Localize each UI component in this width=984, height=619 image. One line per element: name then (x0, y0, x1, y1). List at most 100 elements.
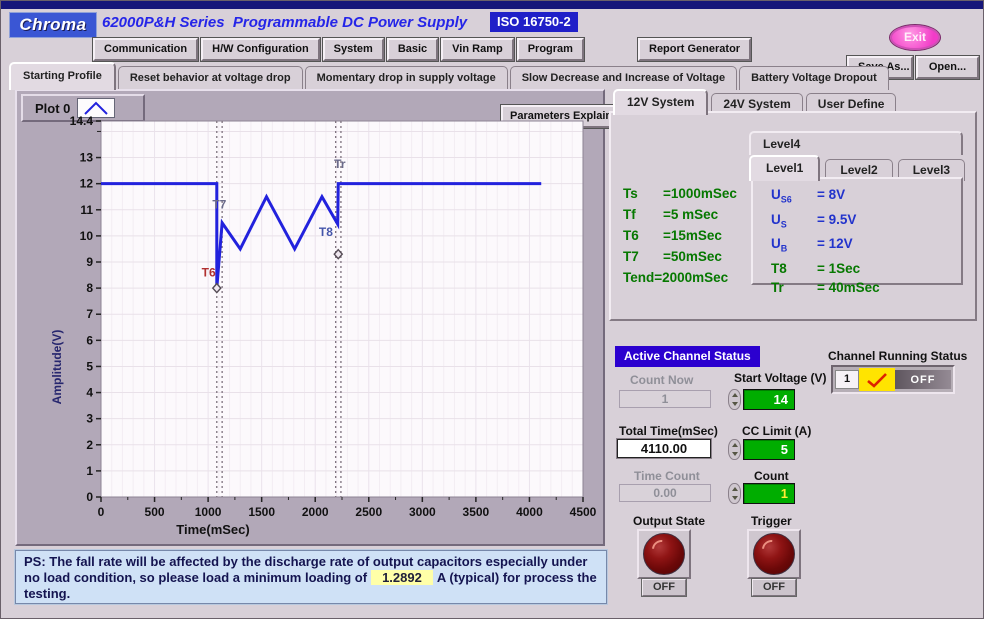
svg-text:2500: 2500 (355, 505, 382, 519)
waveform-annotation: Tr (334, 157, 346, 171)
total-time-field[interactable]: 4110.00 (617, 439, 711, 458)
svg-text:0: 0 (86, 490, 93, 504)
channel-number: 1 (835, 370, 859, 389)
system-parameters-panel: Ts=1000mSec Tf=5 mSec T6=15mSec T7=50mSe… (609, 111, 977, 321)
channel-running-status-label: Channel Running Status (828, 349, 967, 363)
param-ts: Ts=1000mSec (623, 183, 737, 204)
waveform-annotation: T7 (212, 197, 226, 211)
svg-text:9: 9 (86, 255, 93, 269)
cc-limit-stepper[interactable] (728, 439, 741, 460)
svg-text:11: 11 (80, 203, 93, 217)
param-tend: Tend=2000mSec (623, 267, 737, 288)
count-value[interactable]: 1 (743, 483, 795, 504)
time-count-label: Time Count (634, 469, 700, 483)
svg-text:12: 12 (80, 177, 94, 191)
trigger-off-button[interactable]: OFF (752, 579, 796, 596)
count-now-label: Count Now (630, 373, 693, 387)
trigger-knob[interactable] (753, 533, 795, 575)
ps-note: PS: The fall rate will be affected by th… (15, 550, 607, 604)
plot-panel: Plot 0 Parameters Explain T6T7T8Tr050010… (15, 89, 605, 546)
trigger-label: Trigger (751, 514, 792, 528)
timing-parameters: Ts=1000mSec Tf=5 mSec T6=15mSec T7=50mSe… (623, 183, 737, 288)
svg-text:0: 0 (98, 505, 105, 519)
channel-running-state: OFF (895, 370, 951, 389)
svg-text:4500: 4500 (570, 505, 597, 519)
output-state-off-button[interactable]: OFF (642, 579, 686, 596)
svg-text:1: 1 (86, 464, 93, 478)
svg-text:8: 8 (86, 281, 93, 295)
svg-text:5: 5 (86, 359, 93, 373)
svg-text:4: 4 (86, 386, 93, 400)
waveform-annotation: T8 (319, 225, 333, 239)
active-channel-status-header: Active Channel Status (615, 346, 760, 367)
svg-text:14.4: 14.4 (70, 114, 94, 128)
level1-parameters: US6= 8V US= 9.5V UB= 12V T8= 1Sec Tr= 40… (751, 177, 963, 285)
svg-text:7: 7 (86, 307, 93, 321)
count-now-field: 1 (619, 390, 711, 408)
svg-text:10: 10 (80, 229, 94, 243)
param-tf: Tf=5 mSec (623, 204, 737, 225)
svg-text:3: 3 (86, 412, 93, 426)
svg-text:1500: 1500 (248, 505, 275, 519)
count-label: Count (754, 469, 789, 483)
tab-level4[interactable]: Level4 (749, 131, 963, 155)
start-voltage-label: Start Voltage (V) (734, 371, 826, 385)
waveform-annotation: T6 (202, 265, 216, 279)
svg-text:4000: 4000 (516, 505, 543, 519)
output-state-knob[interactable] (643, 533, 685, 575)
cc-limit-value[interactable]: 5 (743, 439, 795, 460)
svg-text:3000: 3000 (409, 505, 436, 519)
channel-running-status-control[interactable]: 1 OFF (831, 365, 955, 394)
param-us: US= 9.5V (771, 210, 961, 235)
report-generator-button[interactable]: Report Generator (638, 38, 751, 61)
test-tab-bar: Starting Profile Reset behavior at volta… (9, 62, 889, 90)
count-stepper[interactable] (728, 483, 741, 504)
svg-text:3500: 3500 (463, 505, 490, 519)
param-tr: Tr= 40mSec (771, 278, 961, 297)
menu-communication[interactable]: Communication (93, 38, 198, 61)
menu-vin-ramp[interactable]: Vin Ramp (441, 38, 514, 61)
tab-battery-voltage-dropout[interactable]: Battery Voltage Dropout (739, 66, 889, 90)
app-title: 62000P&H Series Programmable DC Power Su… (102, 14, 467, 31)
cc-limit-control: 5 (728, 439, 795, 460)
svg-text:1000: 1000 (195, 505, 222, 519)
x-axis-label: Time(mSec) (176, 522, 249, 537)
tab-12v-system[interactable]: 12V System (613, 89, 708, 115)
tab-level1[interactable]: Level1 (749, 155, 820, 181)
app-window: Chroma 62000P&H Series Programmable DC P… (0, 0, 984, 619)
exit-button[interactable]: Exit (890, 25, 940, 50)
open-button[interactable]: Open... (916, 56, 979, 79)
param-t7: T7=50mSec (623, 246, 737, 267)
param-t6: T6=15mSec (623, 225, 737, 246)
cc-limit-label: CC Limit (A) (742, 424, 811, 438)
output-state-knob-panel (637, 529, 691, 579)
menu-hw-configuration[interactable]: H/W Configuration (201, 38, 320, 61)
param-us6: US6= 8V (771, 185, 961, 210)
menu-basic[interactable]: Basic (387, 38, 438, 61)
svg-text:500: 500 (145, 505, 165, 519)
tab-slow-decrease-increase[interactable]: Slow Decrease and Increase of Voltage (510, 66, 737, 90)
start-voltage-stepper[interactable] (728, 389, 741, 410)
count-control: 1 (728, 483, 795, 504)
tab-starting-profile[interactable]: Starting Profile (9, 62, 116, 90)
chroma-logo: Chroma (9, 12, 97, 38)
start-voltage-value[interactable]: 14 (743, 389, 795, 410)
svg-text:2: 2 (86, 438, 93, 452)
window-top-border (1, 1, 984, 9)
output-state-label: Output State (633, 514, 705, 528)
voltage-profile-chart: T6 T7 T8 Tr 0 500 1000 1500 2000 2500 3000 3500 4000… (47, 105, 603, 541)
tab-momentary-drop[interactable]: Momentary drop in supply voltage (305, 66, 508, 90)
iso-standard-badge: ISO 16750-2 (490, 12, 578, 32)
param-ub: UB= 12V (771, 234, 961, 259)
trigger-knob-panel (747, 529, 801, 579)
channel-check-icon (859, 368, 895, 391)
tab-reset-behavior[interactable]: Reset behavior at voltage drop (118, 66, 303, 90)
start-voltage-control: 14 (728, 389, 795, 410)
menu-system[interactable]: System (323, 38, 384, 61)
svg-text:6: 6 (86, 333, 93, 347)
menu-program[interactable]: Program (517, 38, 584, 61)
time-count-field: 0.00 (619, 484, 711, 502)
svg-text:13: 13 (80, 151, 94, 165)
svg-text:2000: 2000 (302, 505, 329, 519)
min-loading-value: 1.2892 (371, 570, 433, 585)
